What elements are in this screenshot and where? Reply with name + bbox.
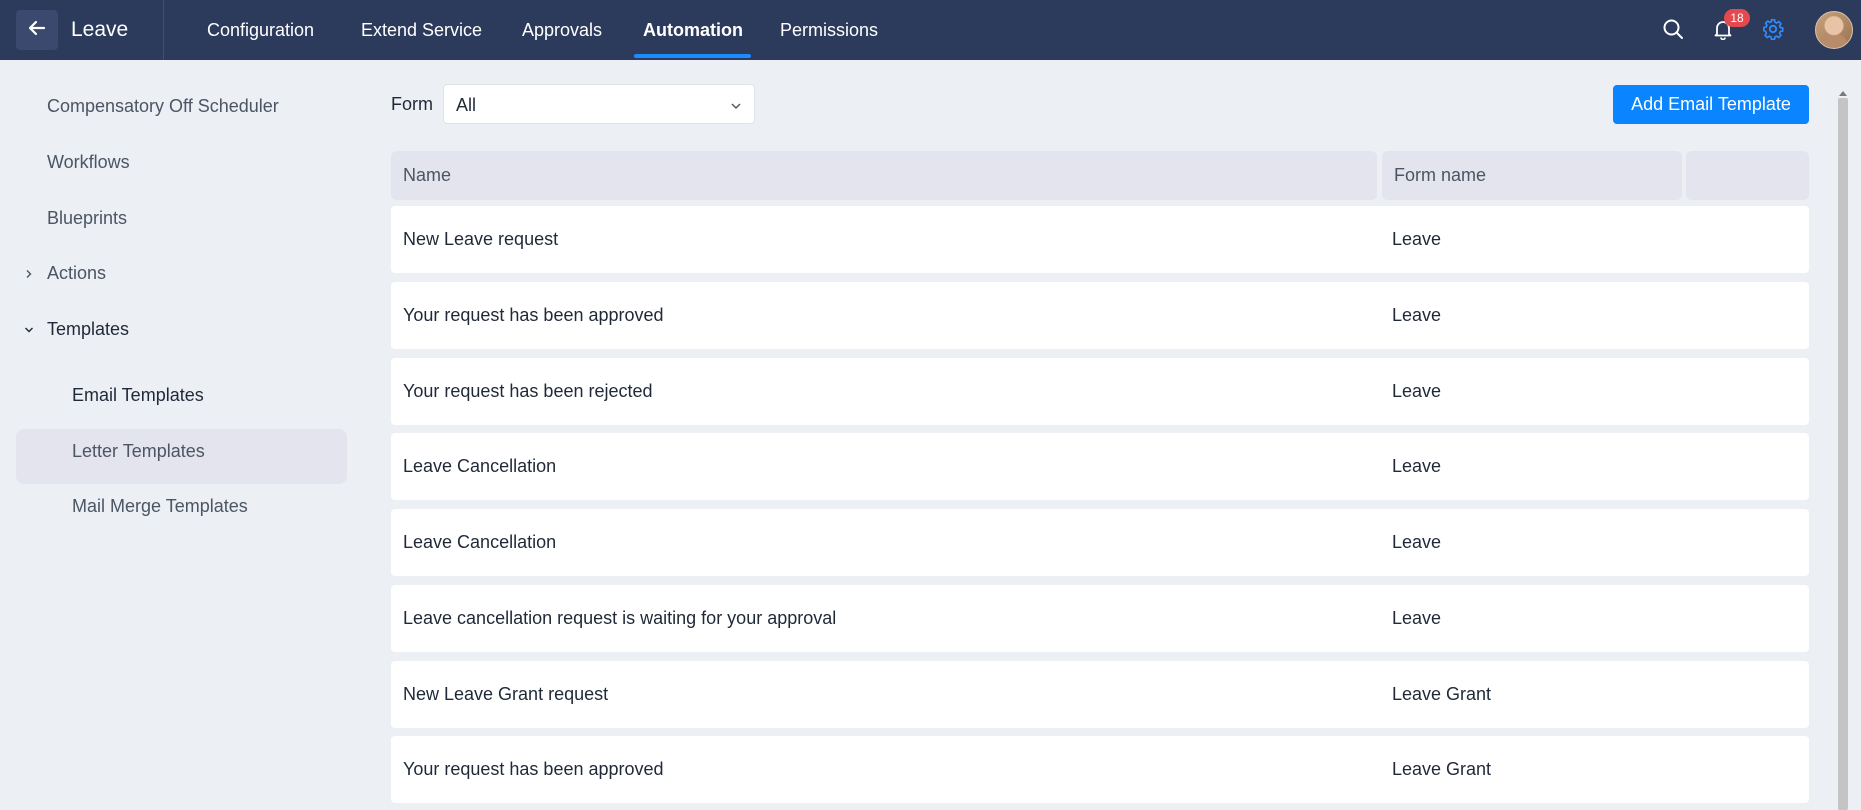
sidebar-item-email-templates[interactable]: Email Templates <box>72 385 204 406</box>
template-name: Leave Cancellation <box>403 532 557 552</box>
template-form-name: Leave <box>1392 456 1442 476</box>
add-email-template-button[interactable]: Add Email Template <box>1613 85 1809 124</box>
table-row[interactable]: Leave Cancellation Leave <box>391 433 1809 500</box>
table-row[interactable]: New Leave request Leave <box>391 206 1809 273</box>
template-form-name: Leave <box>1392 608 1442 628</box>
chevron-down-icon[interactable] <box>23 323 35 335</box>
template-name: New Leave Grant request <box>403 684 609 704</box>
template-name: Leave Cancellation <box>403 456 557 476</box>
tab-permissions[interactable]: Permissions <box>780 0 878 60</box>
sidebar-item-templates[interactable]: Templates <box>47 319 129 340</box>
form-filter-select[interactable]: All <box>443 84 755 124</box>
table-row[interactable]: Leave cancellation request is waiting fo… <box>391 585 1809 652</box>
form-filter-value: All <box>456 95 477 115</box>
sidebar-item-blueprints[interactable]: Blueprints <box>47 208 127 229</box>
template-form-name: Leave <box>1392 532 1442 552</box>
form-filter-label: Form <box>391 94 433 114</box>
title-divider <box>163 0 164 60</box>
gear-icon[interactable] <box>1758 14 1788 44</box>
template-name: Your request has been approved <box>403 759 664 779</box>
column-header-actions <box>1686 151 1809 200</box>
table-row[interactable]: Leave Cancellation Leave <box>391 509 1809 576</box>
search-icon[interactable] <box>1658 14 1688 44</box>
notification-badge: 18 <box>1724 9 1750 27</box>
template-form-name: Leave <box>1392 381 1442 401</box>
back-button[interactable] <box>16 10 58 50</box>
table-row[interactable]: New Leave Grant request Leave Grant <box>391 661 1809 728</box>
sidebar: Compensatory Off Scheduler Workflows Blu… <box>0 60 360 810</box>
template-form-name: Leave Grant <box>1392 759 1492 779</box>
template-name: Your request has been rejected <box>403 381 653 401</box>
template-form-name: Leave <box>1392 305 1442 325</box>
tab-configuration[interactable]: Configuration <box>207 0 314 60</box>
table-row[interactable]: Your request has been approved Leave Gra… <box>391 736 1809 803</box>
table-row[interactable]: Your request has been approved Leave <box>391 282 1809 349</box>
column-header-form-name[interactable]: Form name <box>1382 151 1682 200</box>
sidebar-item-compensatory-off-scheduler[interactable]: Compensatory Off Scheduler <box>47 96 279 117</box>
template-form-name: Leave Grant <box>1392 684 1492 704</box>
template-form-name: Leave <box>1392 229 1442 249</box>
scrollbar-thumb[interactable] <box>1838 98 1848 810</box>
template-name: Leave cancellation request is waiting fo… <box>403 608 837 628</box>
sidebar-item-mail-merge-templates[interactable]: Mail Merge Templates <box>72 496 248 517</box>
chevron-down-icon <box>730 99 742 117</box>
template-name: New Leave request <box>403 229 559 249</box>
back-arrow-icon <box>27 18 47 43</box>
template-name: Your request has been approved <box>403 305 664 325</box>
sidebar-item-letter-templates[interactable]: Letter Templates <box>72 441 205 462</box>
column-header-name[interactable]: Name <box>391 151 1377 200</box>
tab-automation[interactable]: Automation <box>643 0 743 60</box>
table-row[interactable]: Your request has been rejected Leave <box>391 358 1809 425</box>
avatar[interactable] <box>1815 11 1853 49</box>
app-title: Leave <box>71 18 129 41</box>
tab-approvals[interactable]: Approvals <box>522 0 602 60</box>
chevron-right-icon[interactable] <box>23 267 35 279</box>
sidebar-item-workflows[interactable]: Workflows <box>47 152 130 173</box>
tab-extend-service[interactable]: Extend Service <box>361 0 482 60</box>
top-navigation-bar: Leave Configuration Extend Service Appro… <box>0 0 1861 60</box>
active-tab-indicator <box>634 54 751 58</box>
sidebar-item-actions[interactable]: Actions <box>47 263 106 284</box>
